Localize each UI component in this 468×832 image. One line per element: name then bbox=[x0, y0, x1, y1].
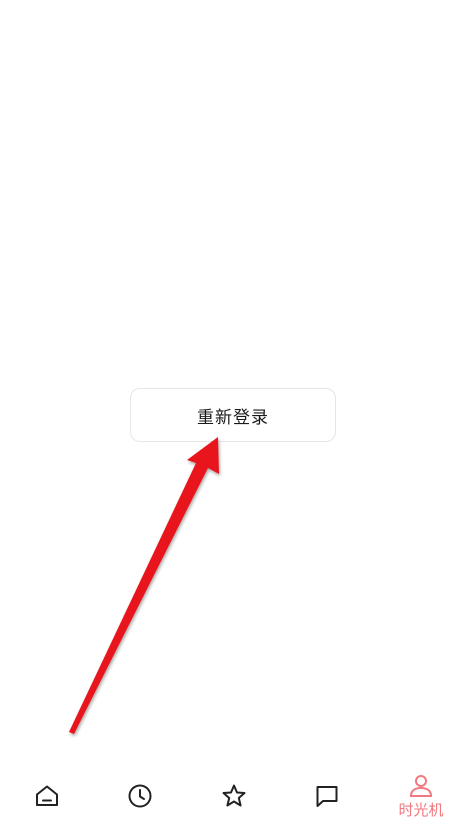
nav-item-history[interactable] bbox=[110, 760, 170, 832]
nav-item-home[interactable] bbox=[17, 760, 77, 832]
relogin-button[interactable]: 重新登录 bbox=[130, 388, 336, 442]
screen: 重新登录 时光机 bbox=[0, 0, 468, 832]
relogin-button-label: 重新登录 bbox=[197, 407, 269, 428]
nav-item-profile[interactable]: 时光机 bbox=[391, 760, 451, 832]
bottom-nav: 时光机 bbox=[0, 760, 468, 832]
home-icon bbox=[34, 783, 60, 809]
arrow-shape bbox=[69, 437, 219, 734]
star-icon bbox=[221, 783, 247, 809]
nav-item-messages[interactable] bbox=[297, 760, 357, 832]
nav-item-profile-label: 时光机 bbox=[398, 801, 444, 819]
nav-item-favorites[interactable] bbox=[204, 760, 264, 832]
message-icon bbox=[314, 783, 340, 809]
clock-icon bbox=[127, 783, 153, 809]
user-icon bbox=[408, 773, 434, 799]
